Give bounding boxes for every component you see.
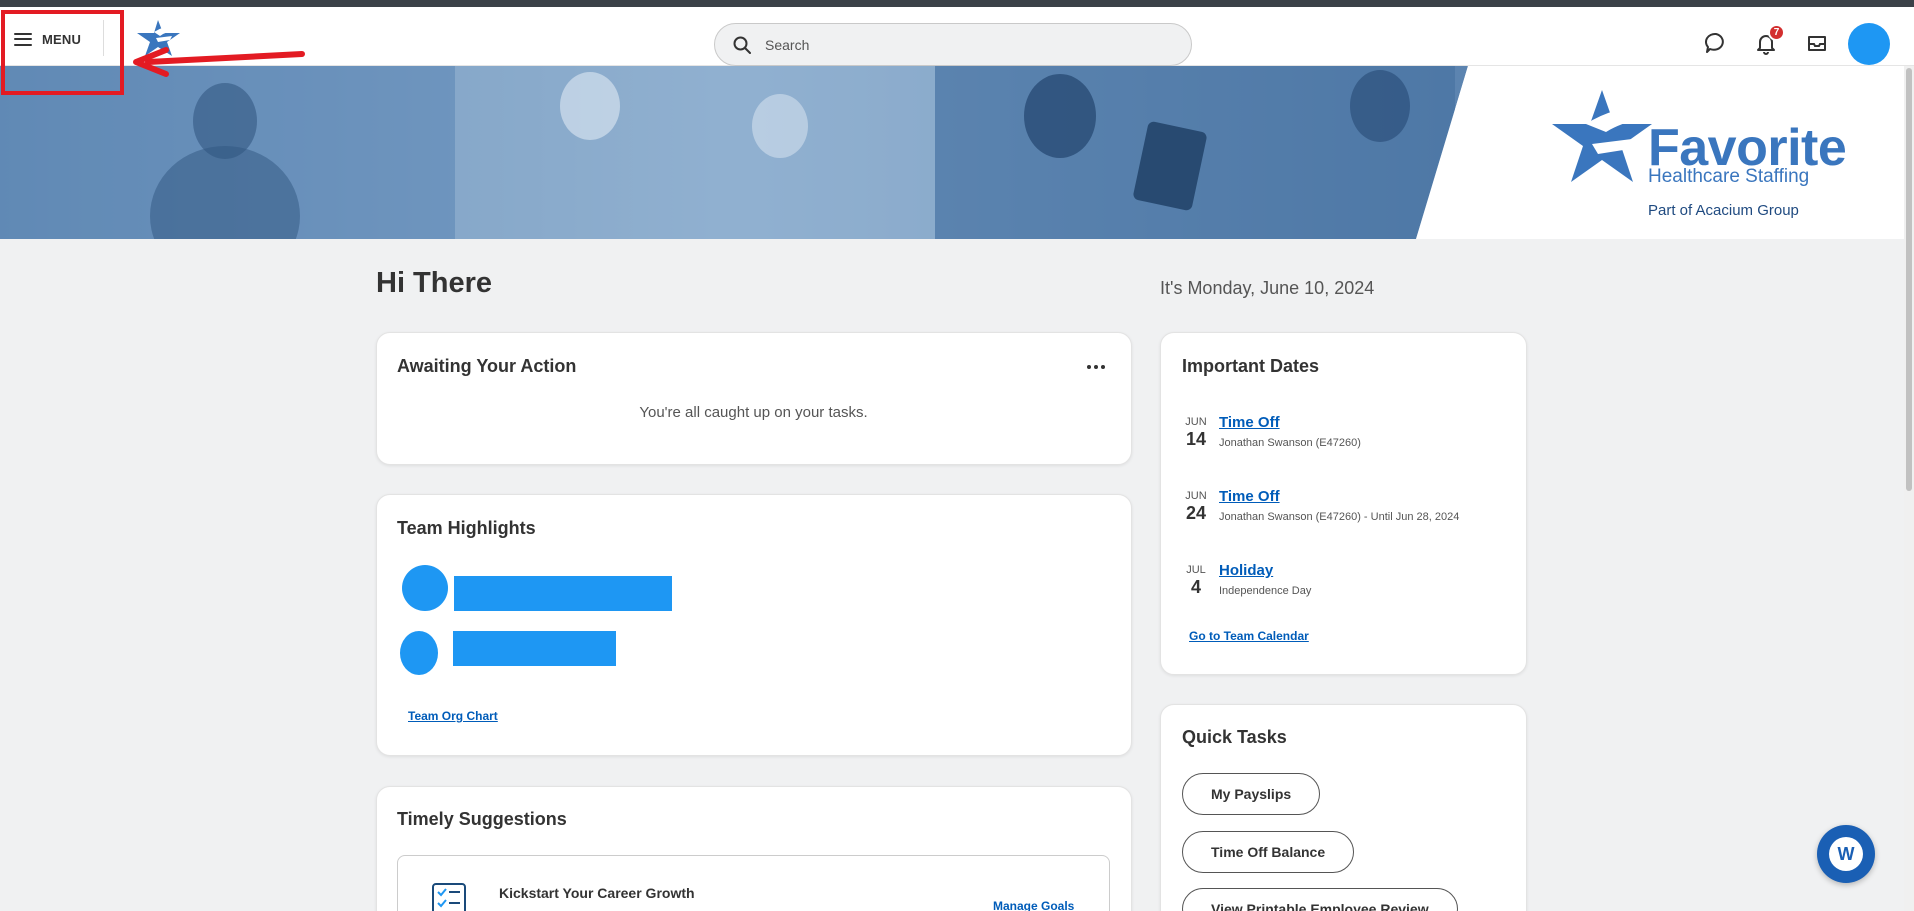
menu-label: MENU	[42, 31, 82, 47]
company-logo-icon[interactable]	[136, 18, 184, 58]
time-off-balance-button[interactable]: Time Off Balance	[1182, 831, 1355, 873]
event-day: 24	[1185, 503, 1207, 523]
search-bar[interactable]	[714, 23, 1192, 66]
team-member-avatar[interactable]	[402, 565, 448, 611]
event-subtitle: Jonathan Swanson (E47260)	[1219, 437, 1361, 449]
team-org-chart-link[interactable]: Team Org Chart	[408, 709, 498, 723]
checklist-icon	[432, 883, 466, 911]
event-day: 4	[1190, 577, 1201, 597]
hamburger-icon	[14, 32, 32, 46]
top-header: MENU 7	[0, 7, 1914, 66]
my-payslips-button[interactable]: My Payslips	[1182, 773, 1321, 815]
event-title-link[interactable]: Time Off	[1219, 414, 1280, 431]
page-scrollbar[interactable]	[1904, 66, 1914, 911]
brand-part-of: Part of Acacium Group	[1648, 202, 1799, 219]
user-avatar[interactable]	[1848, 23, 1890, 65]
team-member-name[interactable]	[453, 631, 616, 666]
menu-button[interactable]: MENU	[14, 28, 81, 50]
search-input[interactable]	[765, 36, 1145, 53]
view-printable-employee-review-button[interactable]: View Printable Employee Review	[1182, 888, 1458, 911]
scrollbar-thumb[interactable]	[1906, 68, 1912, 491]
event-month: JUL	[1186, 564, 1206, 576]
notification-count-badge: 7	[1768, 24, 1785, 41]
quick-tasks-title: Quick Tasks	[1182, 727, 1287, 747]
timely-suggestions-title: Timely Suggestions	[397, 809, 567, 829]
assistant-chat-button[interactable]: W	[1817, 825, 1875, 883]
event-month: JUN	[1185, 490, 1207, 502]
team-member-name[interactable]	[454, 576, 672, 611]
chat-bubble-icon[interactable]	[1704, 31, 1728, 55]
event-month: JUN	[1185, 416, 1207, 428]
event-subtitle: Independence Day	[1219, 585, 1312, 597]
awaiting-action-title: Awaiting Your Action	[397, 356, 577, 376]
important-dates-title: Important Dates	[1182, 356, 1320, 376]
team-member-avatar[interactable]	[400, 631, 438, 675]
manage-goals-link[interactable]: Manage Goals	[993, 899, 1074, 911]
team-highlights-title: Team Highlights	[397, 518, 536, 538]
search-icon	[733, 36, 751, 54]
more-options-icon[interactable]	[1086, 357, 1106, 377]
assistant-logo-icon: W	[1829, 837, 1863, 871]
inbox-icon[interactable]	[1805, 31, 1829, 55]
brand-subtitle: Healthcare Staffing	[1648, 166, 1810, 187]
header-divider	[103, 20, 104, 56]
greeting-heading: Hi There	[376, 267, 493, 299]
awaiting-action-card	[376, 332, 1132, 465]
event-title-link[interactable]: Time Off	[1219, 488, 1280, 505]
event-day: 14	[1185, 429, 1207, 449]
current-date: It's Monday, June 10, 2024	[1160, 278, 1375, 298]
event-subtitle: Jonathan Swanson (E47260) - Until Jun 28…	[1219, 511, 1460, 523]
browser-top-strip	[0, 0, 1914, 7]
team-calendar-link[interactable]: Go to Team Calendar	[1189, 629, 1309, 643]
important-dates-card	[1160, 332, 1527, 675]
caught-up-message: You're all caught up on your tasks.	[639, 404, 868, 421]
event-title-link[interactable]: Holiday	[1219, 562, 1273, 579]
suggestion-title: Kickstart Your Career Growth	[499, 885, 695, 901]
